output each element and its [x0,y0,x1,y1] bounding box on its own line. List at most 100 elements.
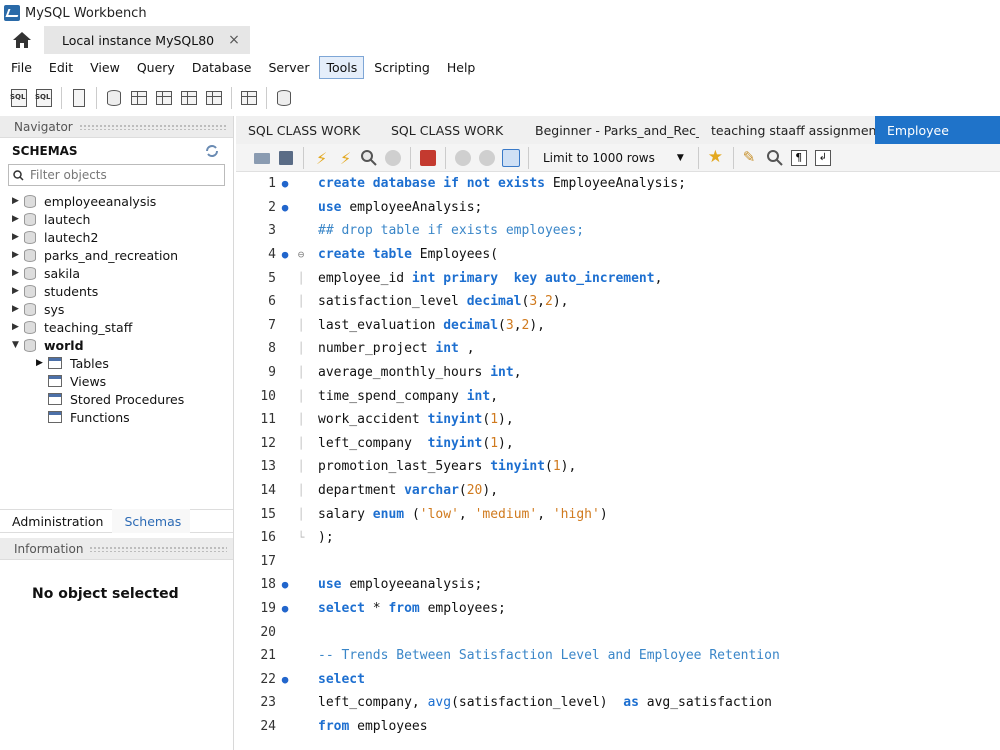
navigator-panel: Navigator SCHEMAS Filter objects ▶ employ… [0,116,234,750]
code-line: 6 │ satisfaction_level decimal(3,2), [236,290,1000,314]
open-sql-script-icon[interactable]: SQL [33,87,55,109]
schema-child-label: Functions [70,409,130,425]
menu-tools[interactable]: Tools [319,55,365,79]
tab-schemas[interactable]: Schemas [112,509,191,533]
filter-objects-input[interactable]: Filter objects [8,164,225,186]
code-text: ); [318,530,334,546]
navigator-bottom-tabs: Administration Schemas [0,509,233,533]
search-table-data-icon[interactable] [238,87,260,109]
tree-toggle-icon[interactable]: ▶ [12,286,24,296]
schema-item-lautech2[interactable]: ▶ lautech2 [0,228,233,246]
code-text: select * from employees; [318,600,506,616]
tree-toggle-icon[interactable]: ▶ [12,232,24,242]
information-title: Information [14,541,84,556]
find-icon[interactable] [765,148,785,168]
information-header: Information [0,538,233,560]
tree-toggle-icon[interactable]: ▶ [12,214,24,224]
menu-view[interactable]: View [83,56,127,79]
reconnect-icon[interactable] [273,87,295,109]
create-table-icon[interactable] [128,87,150,109]
code-line: 14 │ department varchar(20), [236,479,1000,503]
menu-query[interactable]: Query [130,56,182,79]
schema-item-employeeanalysis[interactable]: ▶ employeeanalysis [0,192,233,210]
code-line: 21 -- Trends Between Satisfaction Level a… [236,644,1000,668]
line-number: 23 [260,695,276,711]
inspector-icon[interactable] [68,87,90,109]
tree-toggle-icon[interactable]: ▶ [12,250,24,260]
create-function-icon[interactable] [203,87,225,109]
editor-tab[interactable]: SQL CLASS WORK [379,116,523,144]
tab-administration[interactable]: Administration [0,509,112,533]
menu-server[interactable]: Server [261,56,316,79]
menu-scripting[interactable]: Scripting [367,56,437,79]
toggle-error-icon[interactable] [418,148,438,168]
code-line: 5 │ employee_id int primary key auto_incre… [236,266,1000,290]
line-number: 24 [260,718,276,734]
schema-child-label: Tables [70,355,109,371]
schema-child-stored-procedures[interactable]: Stored Procedures [0,390,233,408]
connection-tab[interactable]: Local instance MySQL80 × [44,26,250,54]
database-icon [24,320,36,334]
toolbar-separator [697,146,699,169]
editor-tab[interactable]: teaching staaff assignment [699,116,875,144]
editor-tab[interactable]: Beginner - Parks_and_Rec_Cre... [523,116,699,144]
create-procedure-icon[interactable] [178,87,200,109]
editor-tab[interactable]: SQL CLASS WORK [236,116,379,144]
title-bar: MySQL Workbench [0,0,1000,26]
database-icon [24,302,36,316]
word-wrap-icon[interactable]: ↲ [813,148,833,168]
fold-toggle-icon[interactable]: ⊖ [294,248,308,261]
statement-marker-icon: ● [281,248,289,262]
line-number: 4 [268,247,276,263]
execute-icon[interactable]: ⚡ [311,148,331,168]
tree-toggle-icon[interactable]: ▶ [12,304,24,314]
tree-toggle-icon[interactable]: ▼ [12,340,24,350]
database-icon [24,194,36,208]
menu-help[interactable]: Help [440,56,483,79]
schema-item-students[interactable]: ▶ students [0,282,233,300]
schema-child-tables[interactable]: ▶ Tables [0,354,233,372]
refresh-icon[interactable] [205,145,219,157]
schema-item-sakila[interactable]: ▶ sakila [0,264,233,282]
create-view-icon[interactable] [153,87,175,109]
menu-database[interactable]: Database [185,56,259,79]
schema-item-lautech[interactable]: ▶ lautech [0,210,233,228]
explain-icon[interactable] [359,148,379,168]
tree-toggle-icon[interactable]: ▶ [12,196,24,206]
rollback-icon[interactable] [477,148,497,168]
tree-toggle-icon[interactable]: ▶ [36,358,48,368]
limit-rows-select[interactable]: Limit to 1000 rows ▼ [536,147,691,169]
code-text: employee_id int primary key auto_increme… [318,270,663,286]
add-snippet-star-icon[interactable]: ★ [706,147,726,168]
autocommit-icon[interactable] [501,148,521,168]
schema-child-views[interactable]: Views [0,372,233,390]
schema-item-teaching_staff[interactable]: ▶ teaching_staff [0,318,233,336]
stop-icon[interactable] [383,148,403,168]
new-sql-tab-icon[interactable]: SQL [8,87,30,109]
schema-label: lautech2 [44,229,99,245]
open-file-icon[interactable] [252,148,272,168]
execute-current-statement-icon[interactable]: ⚡ [335,148,355,168]
schema-item-world[interactable]: ▼ world [0,336,233,354]
editor-tab[interactable]: Employee [875,116,1000,144]
tree-toggle-icon[interactable]: ▶ [12,268,24,278]
code-text: average_monthly_hours int, [318,365,522,381]
menu-file[interactable]: File [4,56,39,79]
menu-edit[interactable]: Edit [42,56,80,79]
invisible-characters-icon[interactable]: ¶ [789,148,809,168]
save-icon[interactable] [276,148,296,168]
schema-item-parks_and_recreation[interactable]: ▶ parks_and_recreation [0,246,233,264]
commit-icon[interactable] [453,148,473,168]
sql-editor[interactable]: 1 ● create database if not exists Employee… [236,172,1000,750]
create-schema-icon[interactable] [103,87,125,109]
close-icon[interactable]: × [228,32,240,48]
home-tab[interactable] [0,26,44,54]
beautify-icon[interactable]: ✎ [741,148,761,168]
tree-toggle-icon[interactable]: ▶ [12,322,24,332]
statement-marker-icon: ● [281,601,289,615]
code-line: 19 ● select * from employees; [236,597,1000,621]
home-icon [13,32,31,48]
schema-item-sys[interactable]: ▶ sys [0,300,233,318]
line-number: 9 [268,365,276,381]
schema-child-functions[interactable]: Functions [0,408,233,426]
